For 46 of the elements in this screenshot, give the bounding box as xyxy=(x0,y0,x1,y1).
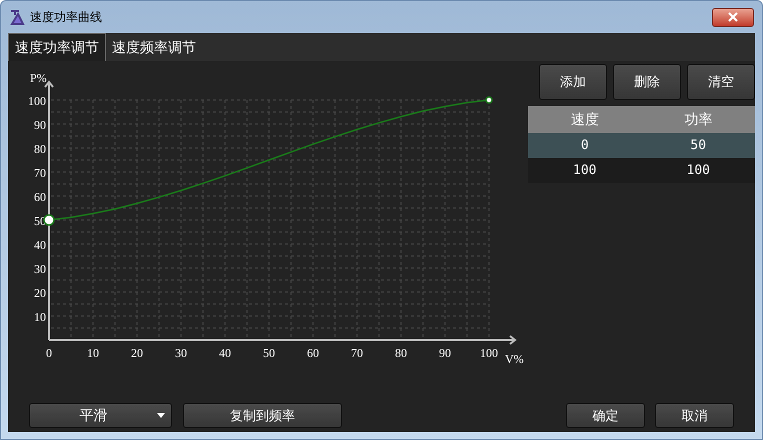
tick-label: 60 xyxy=(307,346,319,360)
tick-label: 20 xyxy=(34,286,46,300)
dialog-button[interactable]: 取消 xyxy=(655,403,734,428)
tick-label: 70 xyxy=(34,166,46,180)
close-button[interactable] xyxy=(712,8,754,26)
tick-label: 40 xyxy=(34,238,46,252)
table-row[interactable]: 100 100 xyxy=(528,158,755,183)
tick-label: 30 xyxy=(34,262,46,276)
tick-label: 80 xyxy=(34,142,46,156)
curve-point[interactable] xyxy=(485,96,493,104)
toolbar-button[interactable]: 清空 xyxy=(687,64,755,100)
table-row[interactable]: 0 50 xyxy=(528,133,755,158)
mode-dropdown[interactable]: 平滑 xyxy=(29,403,172,428)
table-cell-text: 100 xyxy=(686,162,711,180)
tick-label: 90 xyxy=(34,118,46,132)
column-header: 功率 xyxy=(683,110,714,129)
dialog-button[interactable]: 确定 xyxy=(566,403,645,428)
table-cell-text: 50 xyxy=(689,136,708,155)
tick-label: 0 xyxy=(46,346,52,360)
tick-label: 70 xyxy=(351,346,363,360)
tick-label: 10 xyxy=(87,346,99,360)
tick-label: 80 xyxy=(395,346,407,360)
tool-icon xyxy=(9,9,25,25)
tick-label: 50 xyxy=(263,346,275,360)
tick-label: 100 xyxy=(28,94,46,108)
tick-label: 30 xyxy=(175,346,187,360)
column-header: 速度 xyxy=(570,110,600,129)
tick-label: 90 xyxy=(439,346,451,360)
tick-label: 20 xyxy=(131,346,143,360)
table-cell-text: 100 xyxy=(572,162,598,180)
tick-label: 40 xyxy=(219,346,231,360)
toolbar-button[interactable]: 添加 xyxy=(539,64,607,100)
caret-icon xyxy=(157,413,165,418)
copy-button[interactable]: 复制到频率 xyxy=(183,403,342,428)
window-title: 速度功率曲线 xyxy=(30,9,102,26)
tick-label: 60 xyxy=(34,190,46,204)
tick-label: 100 xyxy=(480,346,498,360)
close-icon xyxy=(728,12,738,22)
tab[interactable]: 速度频率调节 xyxy=(106,33,202,61)
axis-label: V% xyxy=(505,352,524,366)
curve-point[interactable] xyxy=(43,214,55,226)
tick-label: 10 xyxy=(34,310,46,324)
toolbar-button[interactable]: 删除 xyxy=(613,64,681,100)
table-cell-text: 0 xyxy=(580,136,590,155)
axis-label: P% xyxy=(30,71,47,85)
tab[interactable]: 速度功率调节 xyxy=(8,33,106,61)
